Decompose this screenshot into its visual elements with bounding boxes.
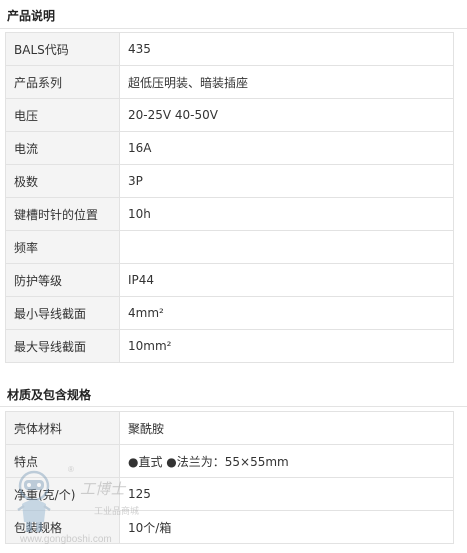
table-row: 防护等级 IP44 [5,263,454,297]
spec-value: ●直式 ●法兰为：55×55mm [119,444,454,478]
spec-value: 聚酰胺 [119,411,454,445]
spec-value: 3P [119,164,454,198]
section-title-product-description: 产品说明 [7,9,56,23]
spec-value: 16A [119,131,454,165]
table-row: 产品系列 超低压明装、暗装插座 [5,65,454,99]
table-row: 净重(克/个) 125 [5,477,454,511]
table-row: 电流 16A [5,131,454,165]
spec-key: 最大导线截面 [5,329,120,363]
spec-key: 键槽时针的位置 [5,197,120,231]
spec-key: 壳体材料 [5,411,120,445]
spec-value: 125 [119,477,454,511]
spec-key: 产品系列 [5,65,120,99]
spec-key: 包装规格 [5,510,120,544]
table-row: 最大导线截面 10mm² [5,329,454,363]
spec-key: BALS代码 [5,32,120,66]
spec-value [119,230,454,264]
spec-key: 电压 [5,98,120,132]
spec-key: 最小导线截面 [5,296,120,330]
spec-value: 20-25V 40-50V [119,98,454,132]
spec-key: 极数 [5,164,120,198]
spec-table-material: 壳体材料 聚酰胺 特点 ●直式 ●法兰为：55×55mm 净重(克/个) 125 包装… [5,411,454,544]
table-row: 壳体材料 聚酰胺 [5,411,454,445]
spec-value: 10mm² [119,329,454,363]
table-row: 电压 20-25V 40-50V [5,98,454,132]
spec-key: 电流 [5,131,120,165]
table-row: 包装规格 10个/箱 [5,510,454,544]
spec-value: 超低压明装、暗装插座 [119,65,454,99]
table-row: 键槽时针的位置 10h [5,197,454,231]
spec-value: 10h [119,197,454,231]
spec-table-product: BALS代码 435 产品系列 超低压明装、暗装插座 电压 20-25V 40-50V… [5,32,454,363]
table-row: BALS代码 435 [5,32,454,66]
spec-key: 频率 [5,230,120,264]
spec-value: 10个/箱 [119,510,454,544]
section-divider [0,28,467,29]
section-title-material-specs: 材质及包含规格 [7,388,92,402]
table-row: 最小导线截面 4mm² [5,296,454,330]
section-divider [0,406,467,407]
spec-value: 435 [119,32,454,66]
spec-key: 净重(克/个) [5,477,120,511]
spec-key: 防护等级 [5,263,120,297]
table-row: 特点 ●直式 ●法兰为：55×55mm [5,444,454,478]
spec-value: 4mm² [119,296,454,330]
table-row: 频率 [5,230,454,264]
spec-key: 特点 [5,444,120,478]
spec-value: IP44 [119,263,454,297]
table-row: 极数 3P [5,164,454,198]
